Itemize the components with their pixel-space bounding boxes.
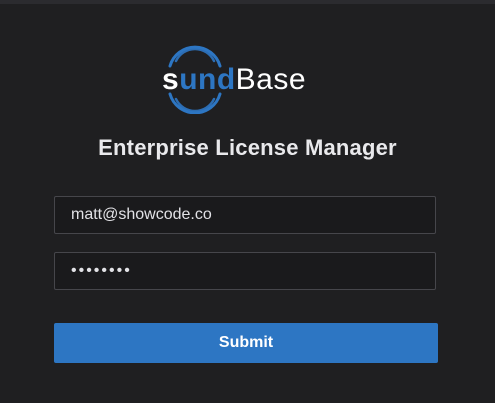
page-title: Enterprise License Manager: [98, 135, 397, 160]
window-top-border: [0, 0, 495, 4]
password-field[interactable]: [54, 252, 436, 290]
submit-button[interactable]: Submit: [54, 323, 438, 363]
logo-text-base: Base: [235, 63, 305, 96]
soundbase-logo: sundBase: [0, 44, 495, 114]
logo-text-s: s: [162, 63, 179, 96]
svg-text:sundBase: sundBase: [162, 63, 306, 96]
email-field[interactable]: [54, 196, 436, 234]
logo-text-und: und: [179, 63, 235, 96]
soundbase-logo-graphic: sundBase: [162, 45, 306, 114]
